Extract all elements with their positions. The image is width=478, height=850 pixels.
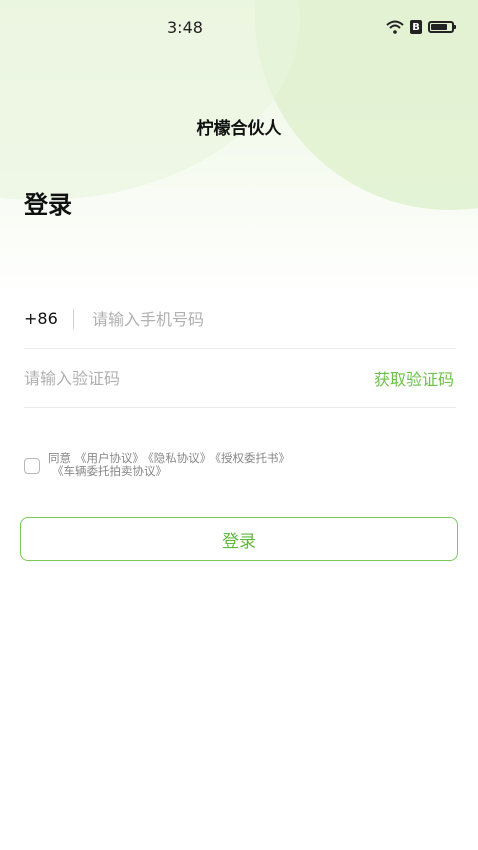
privacy-agreement-link[interactable]: 《隐私协议》 <box>148 451 211 465</box>
phone-input[interactable] <box>92 304 452 334</box>
app-title: 柠檬合伙人 <box>196 119 282 139</box>
field-divider <box>73 309 74 329</box>
status-icons: B <box>386 20 456 34</box>
verification-code-input[interactable] <box>24 363 324 393</box>
agree-checkbox[interactable] <box>24 458 40 474</box>
authorization-link[interactable]: 《授权委托书》 <box>215 451 290 465</box>
login-button[interactable]: 登录 <box>20 517 458 561</box>
country-code: +86 <box>24 309 58 328</box>
vehicle-auction-agreement-link[interactable]: 《车辆委托拍卖协议》 <box>52 464 167 478</box>
code-row: 获取验证码 <box>24 349 456 408</box>
notification-badge-icon: B <box>410 20 422 34</box>
agreement-text: 同意 《用户协议》 《隐私协议》 《授权委托书》 《车辆委托拍卖协议》 <box>48 452 290 478</box>
user-agreement-link[interactable]: 《用户协议》 <box>75 451 144 465</box>
phone-row: +86 <box>24 290 456 349</box>
get-code-button[interactable]: 获取验证码 <box>374 366 454 390</box>
battery-icon <box>428 21 456 33</box>
wifi-icon <box>386 20 404 34</box>
status-time: 3:48 <box>167 18 203 37</box>
agreement-prefix: 同意 <box>48 451 71 465</box>
status-bar: 3:48 B <box>0 0 478 56</box>
page-title: 登录 <box>24 191 72 219</box>
